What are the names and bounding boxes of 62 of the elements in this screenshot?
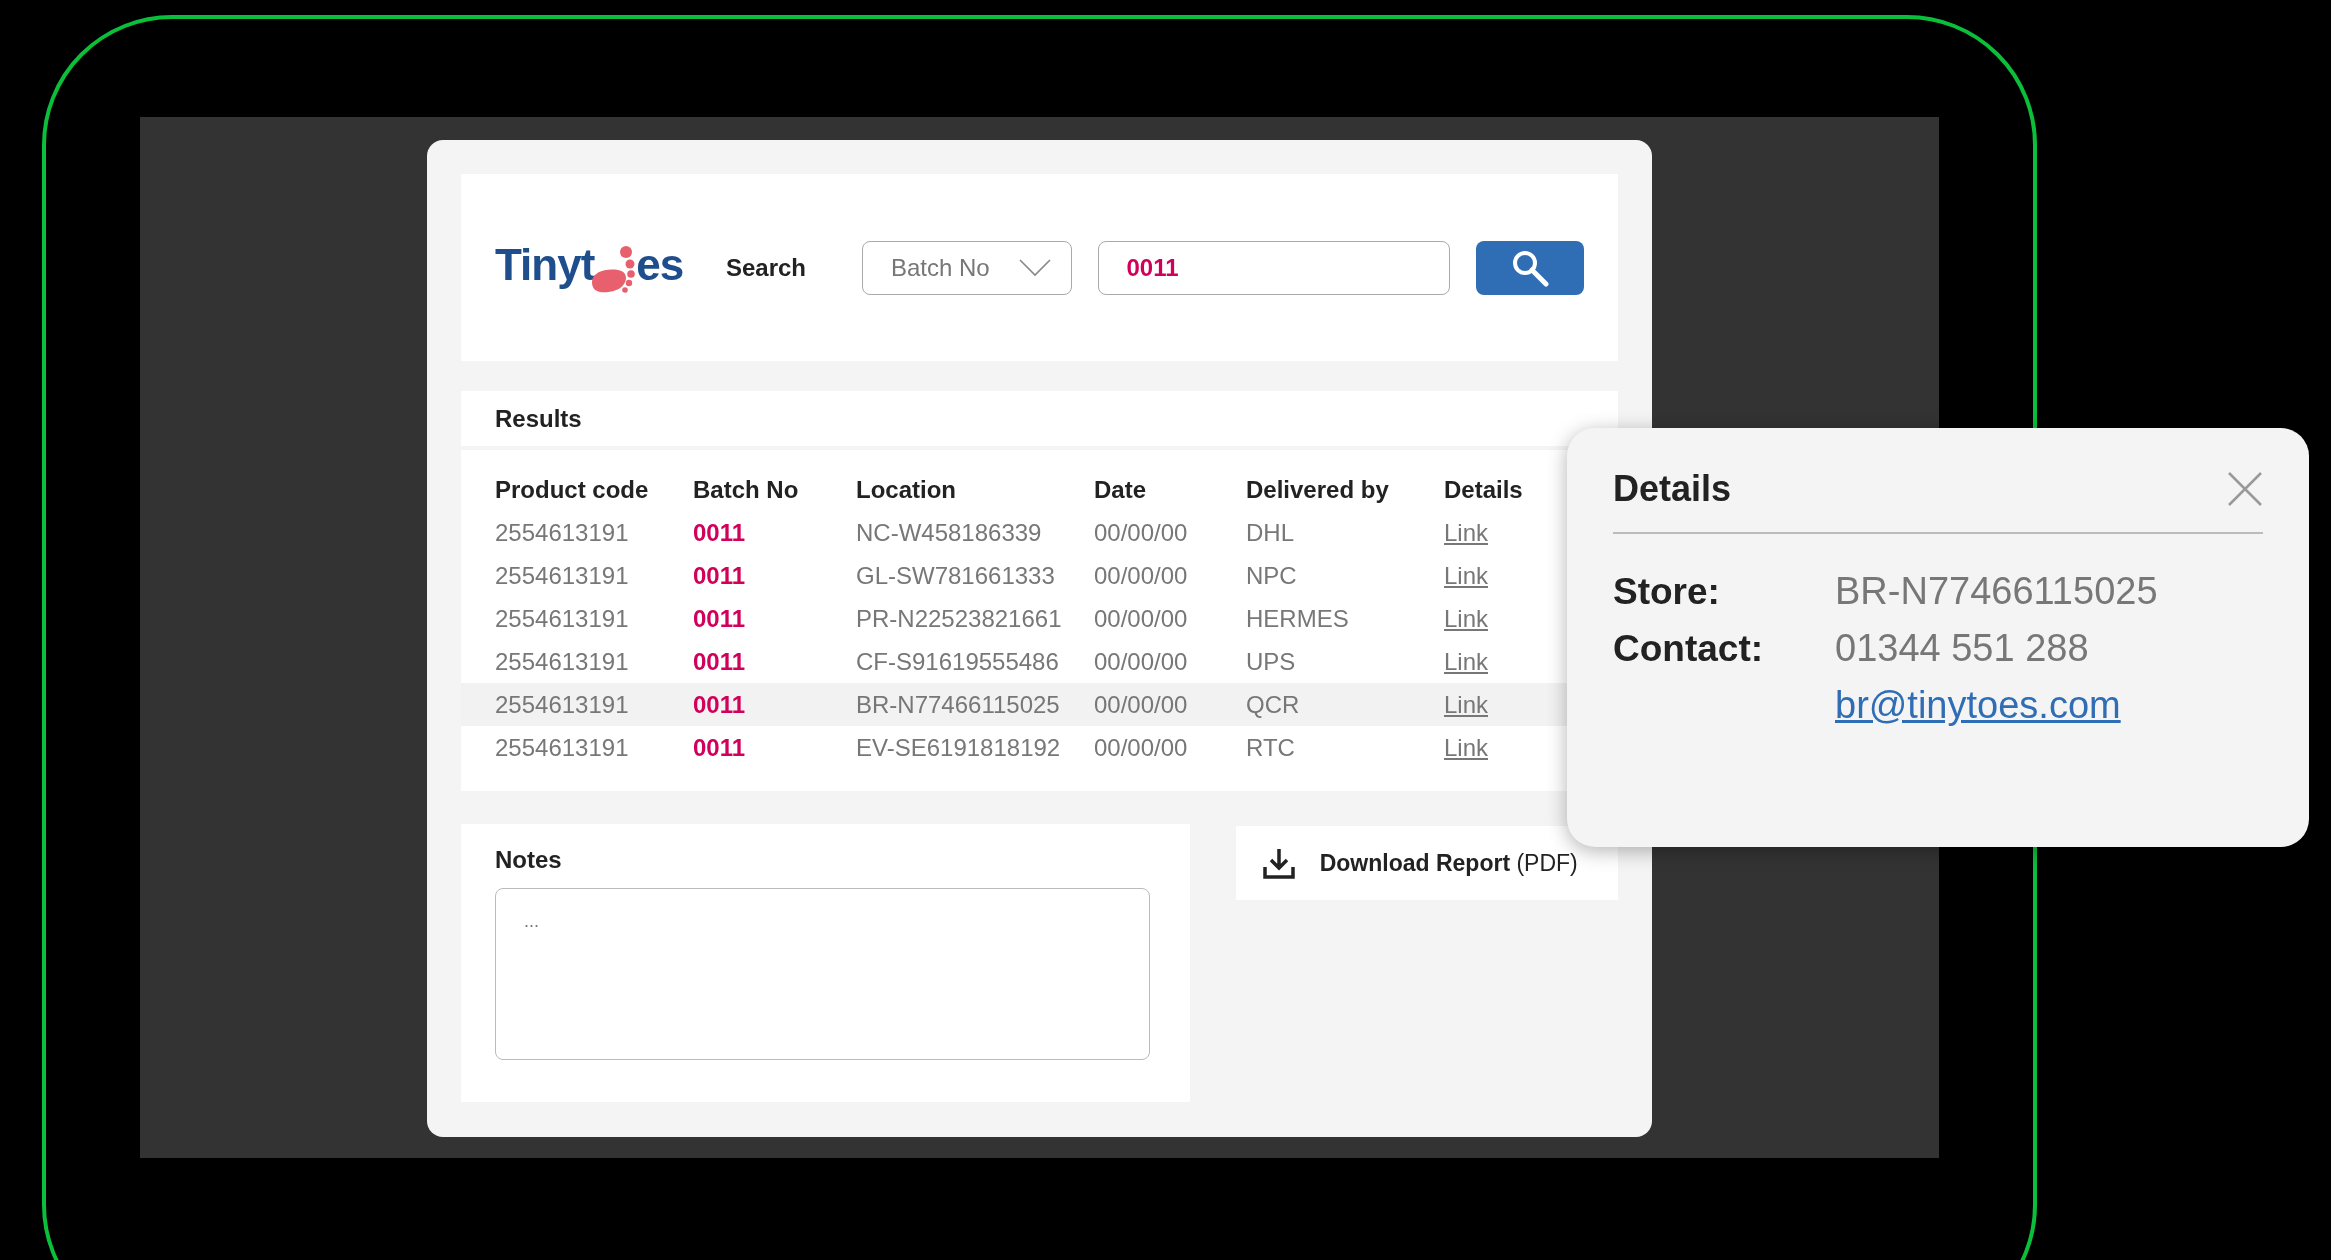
table-cell-text: 00/00/00 xyxy=(1094,690,1189,719)
table-cell-text: CF-S91619555486 xyxy=(856,647,1060,676)
batch-number: 0011 xyxy=(693,647,747,676)
table-cell-text: 2554613191 xyxy=(495,561,630,590)
table-cell-text: 00/00/00 xyxy=(1094,733,1189,762)
column-header: Location xyxy=(856,475,957,504)
table-cell-text: HERMES xyxy=(1246,604,1350,633)
table-cell-text: EV-SE6191818192 xyxy=(856,733,1062,762)
search-label: Search xyxy=(725,253,806,282)
table-cell-text: 00/00/00 xyxy=(1094,604,1189,633)
table-cell-text: QCR xyxy=(1246,690,1301,719)
results-title: Results xyxy=(495,404,582,433)
filter-dropdown[interactable]: Batch No xyxy=(862,240,1072,295)
table-cell-text: 2554613191 xyxy=(495,604,630,633)
details-link[interactable]: Link xyxy=(1444,518,1489,547)
details-link[interactable]: Link xyxy=(1444,733,1489,762)
details-link[interactable]: Link xyxy=(1444,690,1489,719)
table-cell-text: PR-N22523821661 xyxy=(856,604,1063,633)
notes-title: Notes xyxy=(495,846,563,874)
batch-number: 0011 xyxy=(693,690,747,719)
table-cell-text: 00/00/00 xyxy=(1094,647,1189,676)
search-field[interactable]: 0011 xyxy=(1097,240,1450,295)
chevron-icon xyxy=(1018,258,1051,277)
table-cell-text: 2554613191 xyxy=(495,647,630,676)
logo: Tinyt es xyxy=(495,239,692,296)
table-cell-text: 00/00/00 xyxy=(1094,518,1189,547)
table-cell-text: NPC xyxy=(1246,561,1298,590)
table-cell-text: 2554613191 xyxy=(495,690,630,719)
table-cell-text: 00/00/00 xyxy=(1094,561,1189,590)
table-cell-text: GL-SW781661333 xyxy=(856,561,1056,590)
table-cell-text: 2554613191 xyxy=(495,518,630,547)
table-cell-text: 2554613191 xyxy=(495,733,630,762)
details-link[interactable]: Link xyxy=(1444,604,1489,633)
details-link[interactable]: Link xyxy=(1444,561,1489,590)
batch-number: 0011 xyxy=(693,604,747,633)
column-header: Delivered by xyxy=(1246,475,1390,504)
column-header: Date xyxy=(1094,475,1148,504)
table-cell-text: RTC xyxy=(1246,733,1296,762)
batch-number: 0011 xyxy=(693,518,747,547)
column-header: Details xyxy=(1444,475,1524,504)
close-icon xyxy=(2227,471,2263,507)
table-cell-text: BR-N77466115025 xyxy=(856,690,1061,719)
search-icon xyxy=(1510,248,1549,287)
batch-number: 0011 xyxy=(693,733,747,762)
column-header: Product code xyxy=(495,475,650,504)
phone-number: 01344 551 288 xyxy=(1835,627,2090,670)
batch-number: 0011 xyxy=(693,561,747,590)
store-label: Store: xyxy=(1613,570,1721,613)
contact-label: Contact: xyxy=(1613,627,1765,670)
column-header: Batch No xyxy=(693,475,800,504)
download-report-button[interactable]: Download Report (PDF) xyxy=(1235,826,1618,900)
email-link[interactable]: br@tinytoes.com xyxy=(1835,684,2121,727)
table-cell-text: UPS xyxy=(1246,647,1297,676)
store-value: BR-N77466115025 xyxy=(1835,570,2159,613)
download-icon xyxy=(1261,847,1296,879)
table-cell-text: DHL xyxy=(1246,518,1295,547)
search-button[interactable] xyxy=(1475,240,1584,295)
table-cell-text: NC-W458186339 xyxy=(856,518,1043,547)
close-button[interactable] xyxy=(2227,471,2263,507)
notes-field[interactable]: ... xyxy=(495,888,1150,1060)
details-link[interactable]: Link xyxy=(1444,647,1489,676)
popup-title: Details xyxy=(1613,468,1732,510)
